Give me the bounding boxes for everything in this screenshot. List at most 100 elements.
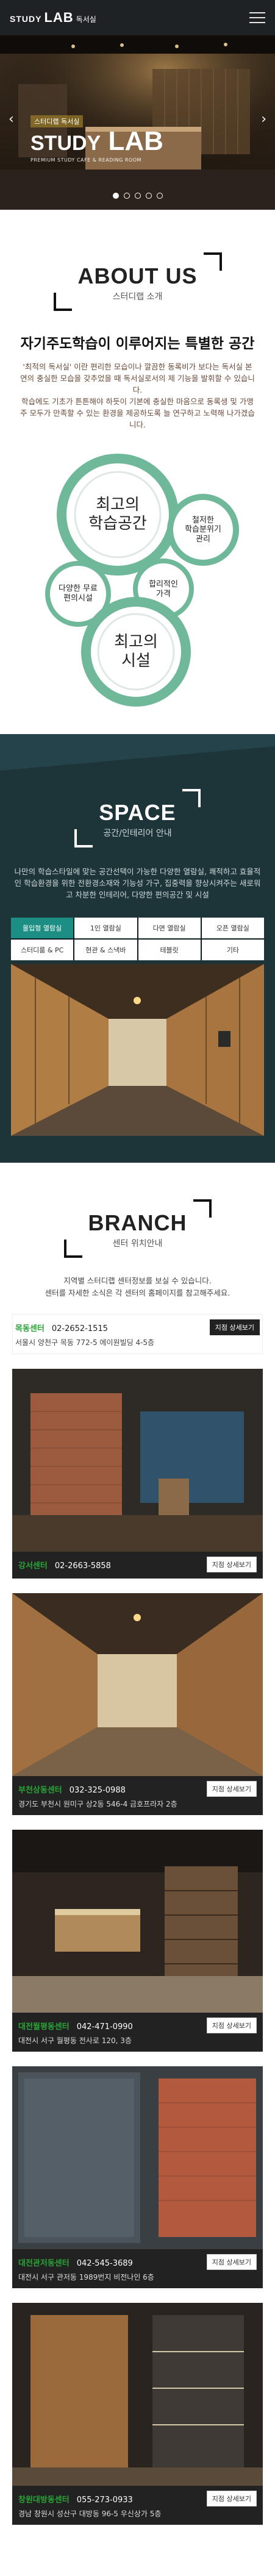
branch-info: 대전월평동센터 042-471-0990 지점 상세보기 대전시 서구 월평동 … (12, 2013, 263, 2052)
branch-card: 목동센터 02-2652-1515 지점 상세보기 서울시 양천구 목동 772… (12, 1314, 263, 1354)
hero-brand: 스터디랩 독서실 STUDY LAB PREMIUM STUDY CAFE & … (30, 115, 163, 163)
corner-bracket (74, 829, 93, 847)
branch-address: 경남 창원시 성산구 대방동 96-5 우신상가 5층 (18, 2510, 162, 2518)
tab-multi-room[interactable]: 다면 열람실 (138, 918, 201, 938)
about-subtitle: 스터디랩 소개 (112, 292, 163, 302)
space-heading: SPACE 공간/인테리어 안내 (74, 789, 201, 847)
menu-icon-line (249, 12, 265, 13)
branch-name: 목동센터 (15, 1324, 45, 1333)
circle-best-facility-line2: 시설 (121, 652, 151, 670)
about-title: ABOUT US (77, 263, 198, 288)
branch-name-phone: 강서센터 02-2663-5858 (18, 1559, 111, 1571)
corner-bracket (53, 293, 72, 311)
branch-detail-button[interactable]: 지점 상세보기 (206, 1781, 257, 1797)
branch-section: BRANCH 센터 위치안내 지역별 스터디랩 센터정보를 보실 수 있습니다.… (0, 1163, 275, 2558)
branch-name: 부천상동센터 (18, 1785, 62, 1795)
hero-dot[interactable] (145, 193, 152, 199)
hero-slider: ‹ › 스터디랩 독서실 STUDY LAB PREMIUM STUDY CAF… (0, 35, 275, 210)
hero-dot[interactable] (134, 193, 141, 199)
branch-subtitle: 센터 위치안내 (112, 1239, 163, 1249)
branch-info-row: 목동센터 02-2652-1515 지점 상세보기 (15, 1319, 260, 1335)
branch-info-row: 대전월평동센터 042-471-0990 지점 상세보기 (18, 2018, 257, 2033)
branch-card: 강서센터 02-2663-5858 지점 상세보기 (12, 1369, 263, 1579)
branch-address: 경기도 부천시 원미구 상2동 546-4 금호프라자 2층 (18, 1800, 177, 1808)
branch-name-phone: 대전관저동센터 042-545-3689 (18, 2257, 133, 2268)
tab-single-room[interactable]: 1인 열람실 (74, 918, 137, 938)
branch-photo[interactable] (12, 2066, 263, 2249)
branch-address: 서울시 양천구 목동 772-5 에이원빌딩 4-5층 (15, 1338, 155, 1347)
branch-photo[interactable] (12, 1593, 263, 1776)
branch-name-phone: 목동센터 02-2652-1515 (15, 1322, 108, 1333)
corner-bracket (63, 1240, 82, 1258)
branch-info: 목동센터 02-2652-1515 지점 상세보기 서울시 양천구 목동 772… (13, 1315, 262, 1354)
branch-detail-button[interactable]: 지점 상세보기 (206, 2491, 257, 2506)
tab-studyroom-pc[interactable]: 스터디룸 & PC (11, 940, 74, 960)
hero-dot[interactable] (112, 193, 119, 199)
circle-best-space-line1: 최고의 (96, 495, 140, 514)
logo-kor: 독서실 (76, 15, 96, 24)
hero-prev-arrow[interactable]: ‹ (9, 112, 14, 127)
branch-card: 대전월평동센터 042-471-0990 지점 상세보기 대전시 서구 월평동 … (12, 1830, 263, 2052)
branch-info-row: 창원대방동센터 055-273-0933 지점 상세보기 (18, 2491, 257, 2506)
branch-detail-button[interactable]: 지점 상세보기 (206, 2254, 257, 2270)
corner-bracket (182, 789, 201, 807)
branch-info: 강서센터 02-2663-5858 지점 상세보기 (12, 1552, 263, 1579)
circle-amenities: 다양한 무료 편의시설 (49, 579, 107, 609)
branch-title: BRANCH (88, 1210, 187, 1235)
branch-phone: 042-545-3689 (76, 2258, 133, 2268)
tab-tablet[interactable]: 테블릿 (138, 940, 201, 960)
bottom-spacer (0, 2558, 275, 2576)
circle-management-line3: 관리 (196, 534, 210, 544)
branch-photo[interactable] (12, 2303, 263, 2486)
branch-phone: 055-273-0933 (76, 2495, 133, 2505)
branch-photo[interactable] (12, 1830, 263, 2013)
logo-small: STUDY (10, 14, 42, 24)
branch-phone: 042-471-0990 (76, 2022, 133, 2032)
logo[interactable]: STUDY LAB 독서실 (10, 10, 96, 26)
hero-title: STUDY LAB (30, 127, 163, 157)
branch-address: 대전시 서구 관저동 1989번지 비전나인 6층 (18, 2273, 154, 2282)
space-subtitle: 공간/인테리어 안내 (103, 829, 172, 838)
branch-info-row: 강서센터 02-2663-5858 지점 상세보기 (18, 1557, 257, 1572)
circle-amenities-line2: 편의시설 (63, 594, 93, 603)
circle-amenities-line1: 다양한 무료 (59, 584, 98, 594)
branch-name-phone: 창원대방동센터 055-273-0933 (18, 2493, 133, 2505)
branch-name: 대전관저동센터 (18, 2258, 70, 2268)
branch-photo[interactable] (12, 1369, 263, 1552)
branch-description-line1: 지역별 스터디랩 센터정보를 보실 수 있습니다. (63, 1276, 212, 1285)
tab-immersive-room[interactable]: 몰입형 열람실 (11, 918, 74, 938)
about-heading: ABOUT US 스터디랩 소개 (53, 252, 222, 311)
branch-name-phone: 대전월평동센터 042-471-0990 (18, 2020, 133, 2032)
hero-dot[interactable] (123, 193, 130, 199)
branch-phone: 02-2652-1515 (51, 1324, 108, 1333)
tab-etc[interactable]: 기타 (201, 940, 264, 960)
menu-icon-line (249, 22, 265, 23)
branch-detail-button[interactable]: 지점 상세보기 (206, 2018, 257, 2033)
hero-title-part2: LAB (108, 126, 163, 156)
space-paragraph: 나만의 학습스타일에 맞는 공간선택이 가능한 다양한 열람실, 쾌적하고 효율… (14, 867, 261, 899)
hero-next-arrow[interactable]: › (261, 112, 266, 127)
branch-card: 대전관저동센터 042-545-3689 지점 상세보기 대전시 서구 관저동 … (12, 2066, 263, 2288)
tab-open-room[interactable]: 오픈 열람실 (201, 918, 264, 938)
branch-photo-graphic (12, 1593, 263, 1776)
branch-info: 대전관저동센터 042-545-3689 지점 상세보기 대전시 서구 관저동 … (12, 2249, 263, 2288)
branch-photo-graphic (12, 1369, 263, 1552)
branch-info: 부천상동센터 032-325-0988 지점 상세보기 경기도 부천시 원미구 … (12, 1776, 263, 1815)
hero-title-part1: STUDY (30, 132, 101, 155)
about-paragraph-1: '최적의 독서실' 이란 편리한 모습이나 깔끔한 동록비가 보다는 독서실 본… (20, 362, 255, 394)
branch-card: 창원대방동센터 055-273-0933 지점 상세보기 경남 창원시 성산구 … (12, 2303, 263, 2525)
branch-detail-button[interactable]: 지점 상세보기 (206, 1557, 257, 1572)
circle-price-line2: 가격 (156, 590, 171, 599)
branch-info: 창원대방동센터 055-273-0933 지점 상세보기 경남 창원시 성산구 … (12, 2486, 263, 2525)
branch-detail-button[interactable]: 지점 상세보기 (209, 1319, 260, 1335)
branch-description: 지역별 스터디랩 센터정보를 보실 수 있습니다. 센터를 자세한 소식은 각 … (12, 1275, 263, 1299)
hero-sub: PREMIUM STUDY CAFE & READING ROOM (30, 157, 141, 163)
space-tabs: 몰입형 열람실 1인 열람실 다면 열람실 오픈 열람실 스터디룸 & PC 현… (11, 918, 264, 960)
tab-entrance-snackbar[interactable]: 현관 & 스낵바 (74, 940, 137, 960)
circle-price-line1: 합리적인 (149, 580, 178, 590)
branch-card: 부천상동센터 032-325-0988 지점 상세보기 경기도 부천시 원미구 … (12, 1593, 263, 1815)
hero-tagline: 스터디랩 독서실 (30, 115, 84, 127)
menu-icon[interactable] (249, 12, 265, 23)
branch-name: 창원대방동센터 (18, 2495, 70, 2505)
hero-dot[interactable] (156, 193, 163, 199)
